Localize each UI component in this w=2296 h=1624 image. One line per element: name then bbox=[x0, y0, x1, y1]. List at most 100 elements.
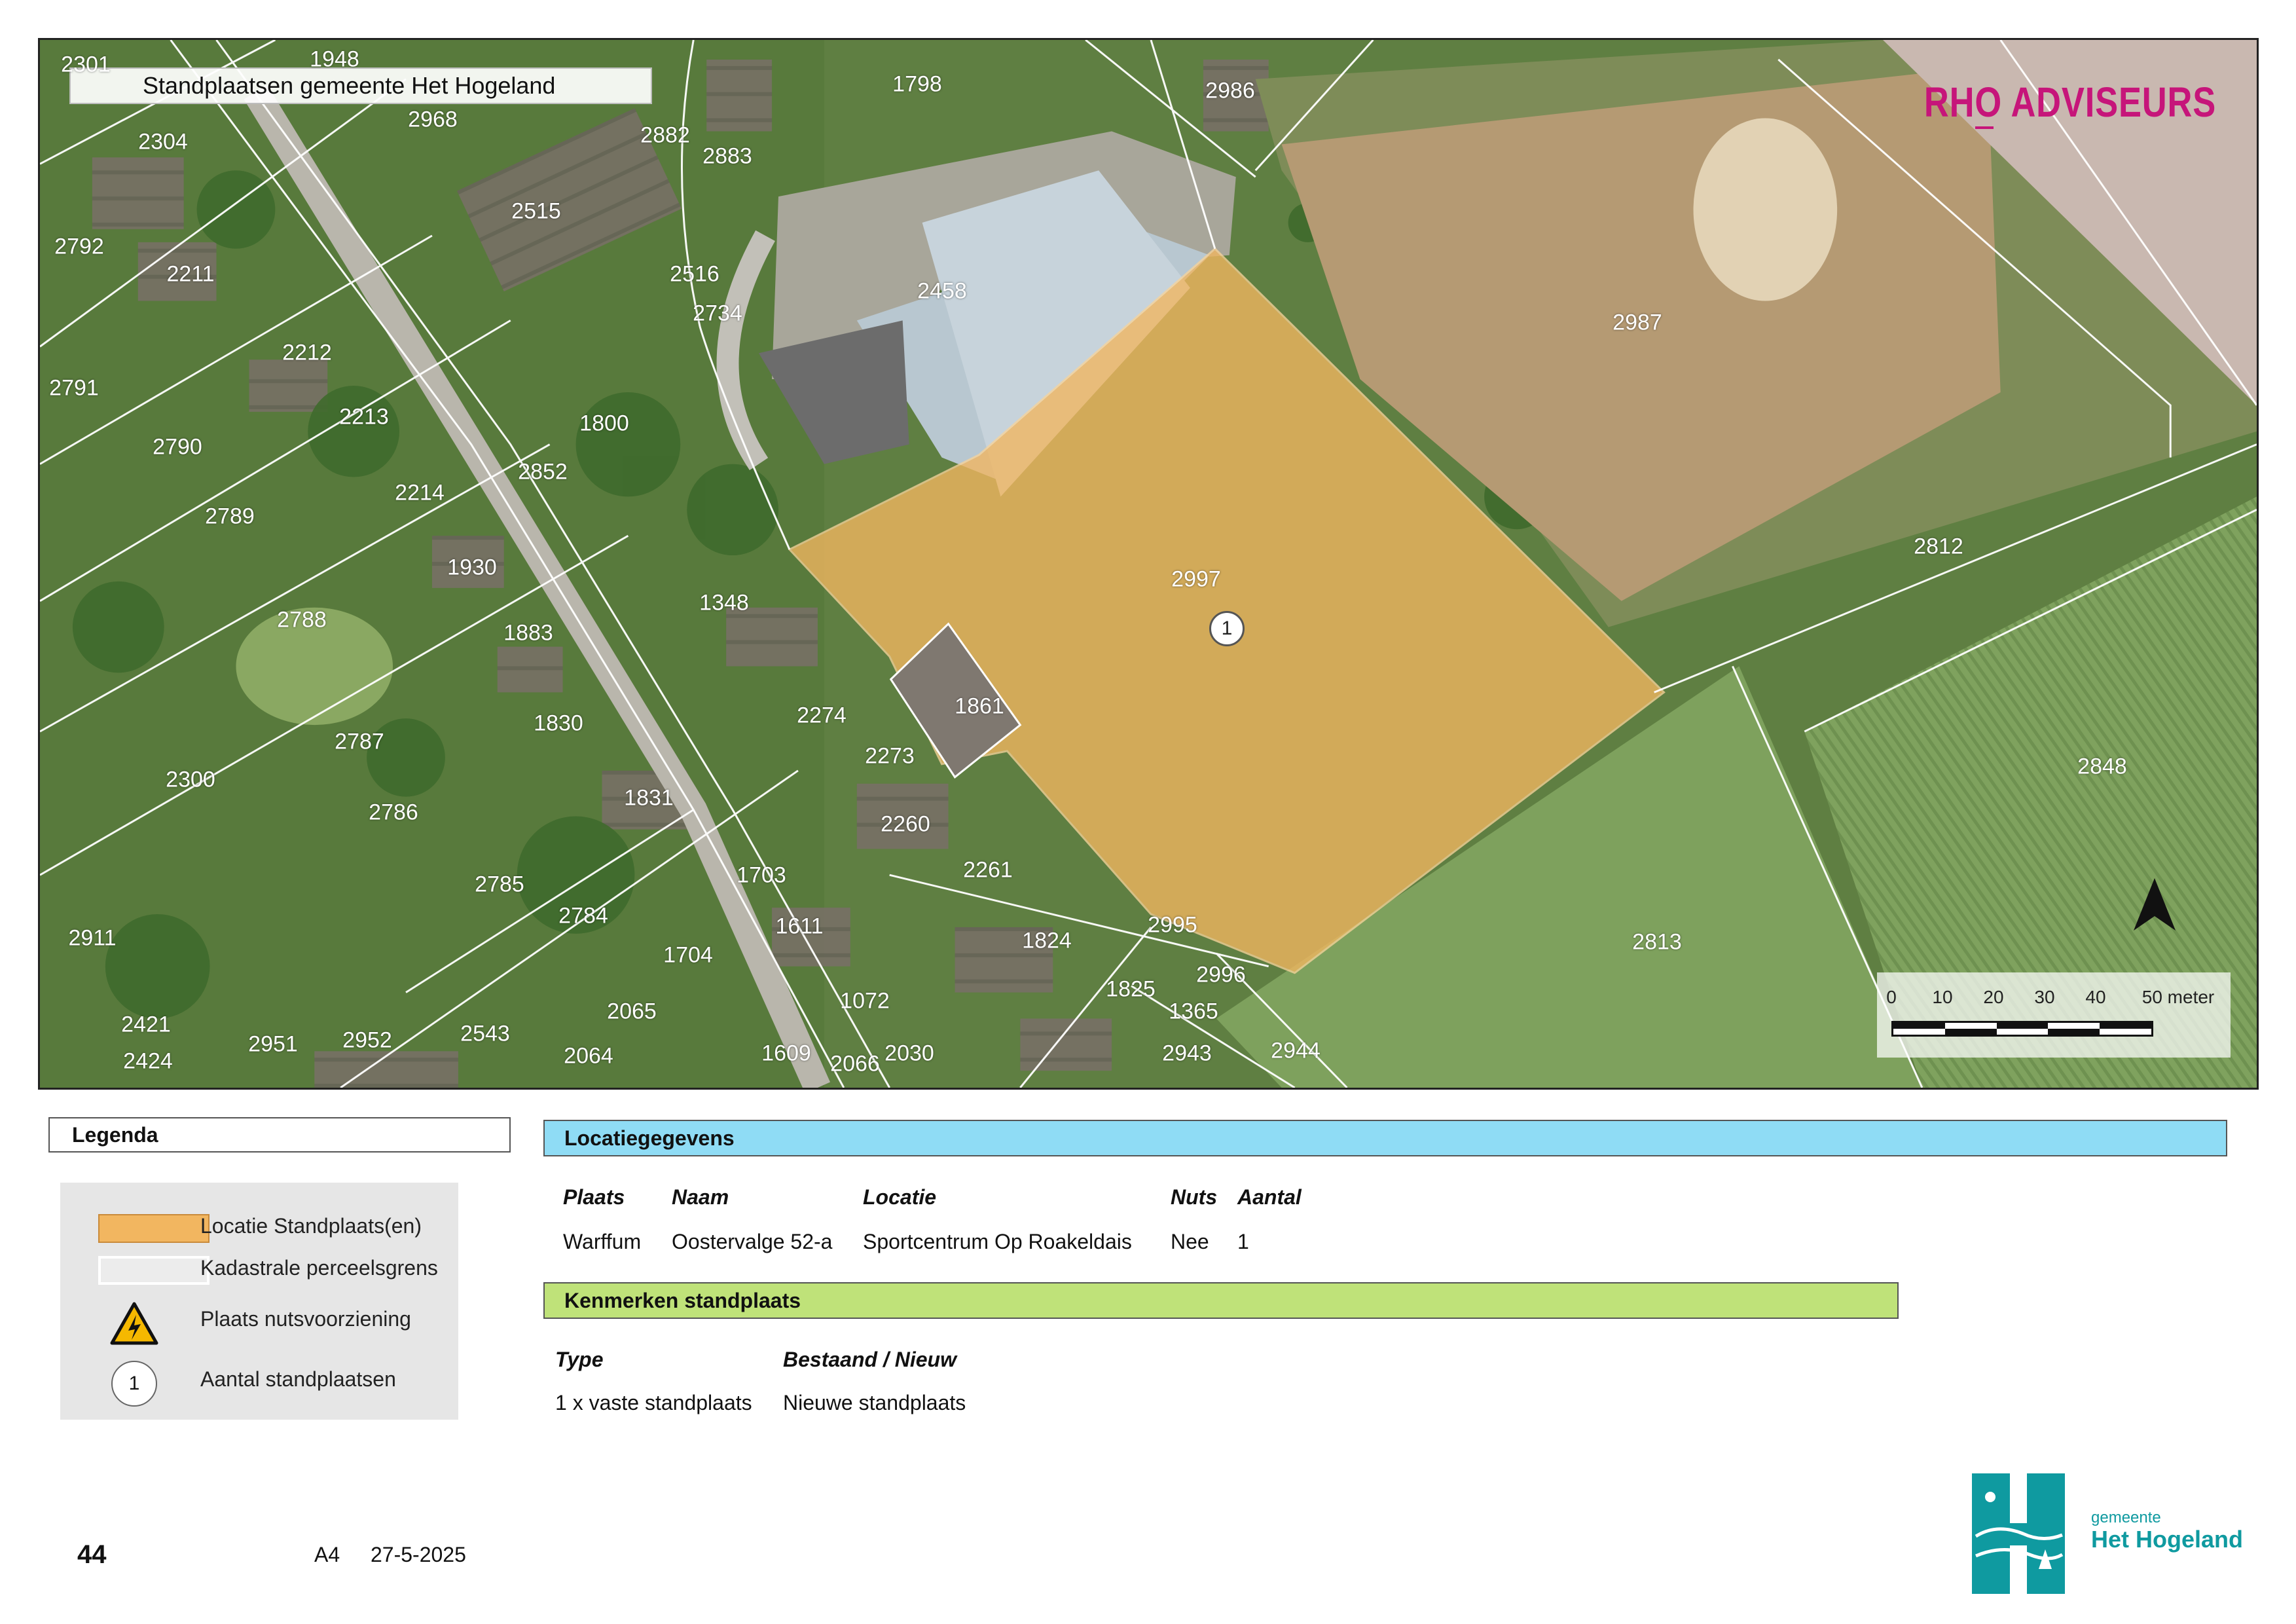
parcel-number: 2784 bbox=[558, 903, 608, 929]
parcel-number: 2951 bbox=[248, 1031, 298, 1057]
logo-text-big: Het Hogeland bbox=[2091, 1526, 2244, 1553]
rho-logo-accent bbox=[1975, 126, 1994, 129]
parcel-number: 1800 bbox=[579, 411, 629, 436]
parcel-number: 2301 bbox=[61, 52, 111, 77]
parcel-number: 1824 bbox=[1022, 928, 1072, 953]
parcel-number: 2273 bbox=[865, 743, 915, 769]
parcel-number: 2792 bbox=[54, 234, 104, 259]
parcel-number: 2260 bbox=[881, 811, 930, 837]
scale-label: 10 bbox=[1932, 987, 1953, 1007]
parcel-number: 2787 bbox=[335, 729, 384, 754]
parcel-number: 2274 bbox=[797, 703, 847, 728]
parcel-number: 1072 bbox=[840, 988, 890, 1014]
cell-bestaand-nieuw: Nieuwe standplaats bbox=[783, 1391, 966, 1414]
parcel-number: 2064 bbox=[564, 1043, 613, 1069]
parcel-number: 2791 bbox=[49, 375, 99, 401]
north-arrow-icon bbox=[2134, 878, 2176, 931]
parcel-number: 2066 bbox=[830, 1051, 880, 1077]
high-voltage-warning-icon bbox=[110, 1302, 158, 1345]
parcel-number: 2968 bbox=[408, 107, 458, 132]
parcel-number: 2987 bbox=[1613, 310, 1662, 335]
parcel-number: 2789 bbox=[205, 504, 255, 529]
parcel-number: 2790 bbox=[153, 434, 202, 460]
legend-item-utility: Plaats nutsvoorziening bbox=[60, 1299, 458, 1345]
scale-label: 40 bbox=[2085, 987, 2106, 1007]
parcel-number: 2996 bbox=[1196, 962, 1246, 987]
parcel-number: 2882 bbox=[640, 122, 690, 148]
standplaats-count-marker[interactable]: 1 bbox=[1209, 611, 1245, 646]
column-header-bestaand-nieuw: Bestaand / Nieuw bbox=[783, 1348, 957, 1371]
parcel-number: 2852 bbox=[518, 459, 568, 485]
parcel-number: 2952 bbox=[342, 1027, 392, 1053]
parcel-number: 1861 bbox=[955, 693, 1004, 719]
parcel-number: 1365 bbox=[1169, 999, 1218, 1024]
rho-adviseurs-logo: RHO ADVISEURS bbox=[1923, 79, 2216, 126]
cell-locatie: Sportcentrum Op Roakeldais bbox=[863, 1230, 1132, 1253]
scale-labels: 0 10 20 30 40 50 meter bbox=[1877, 987, 2231, 1013]
cell-nuts: Nee bbox=[1171, 1230, 1209, 1253]
parcel-number: 2304 bbox=[138, 129, 188, 155]
column-header-naam: Naam bbox=[672, 1185, 729, 1209]
parcel-number: 1830 bbox=[534, 710, 583, 736]
parcel-number: 2943 bbox=[1162, 1041, 1212, 1066]
parcel-number: 2515 bbox=[511, 198, 561, 224]
scale-rule bbox=[1891, 1021, 2153, 1037]
scale-label: 50 meter bbox=[2141, 987, 2215, 1007]
parcel-number: 1611 bbox=[775, 913, 824, 939]
parcel-number: 2065 bbox=[607, 999, 657, 1024]
scale-bar: 0 10 20 30 40 50 meter bbox=[1877, 972, 2231, 1058]
parcel-number: 2788 bbox=[277, 607, 327, 633]
parcel-number: 2911 bbox=[68, 925, 117, 951]
parcel-number: 2516 bbox=[670, 261, 720, 287]
aerial-map: Standplaatsen gemeente Het Hogeland RHO … bbox=[38, 38, 2259, 1090]
parcel-number: 1704 bbox=[663, 942, 713, 968]
parcel-number: 2813 bbox=[1632, 929, 1682, 955]
legend-label: Locatie Standplaats(en) bbox=[200, 1214, 422, 1238]
page-number: 44 bbox=[77, 1540, 107, 1569]
parcel-number: 2424 bbox=[123, 1048, 173, 1074]
parcel-number: 2786 bbox=[369, 800, 418, 825]
parcel-number: 2213 bbox=[339, 404, 389, 430]
legend-title: Legenda bbox=[48, 1117, 511, 1153]
legend-item-location: Locatie Standplaats(en) bbox=[60, 1206, 458, 1246]
parcel-number: 2421 bbox=[121, 1012, 171, 1037]
column-header-plaats: Plaats bbox=[563, 1185, 625, 1209]
parcel-number: 1883 bbox=[503, 620, 553, 646]
parcel-number: 2883 bbox=[702, 143, 752, 169]
location-swatch bbox=[98, 1214, 210, 1243]
map-title: Standplaatsen gemeente Het Hogeland bbox=[69, 67, 652, 104]
locatiegegevens-header: Locatiegegevens bbox=[543, 1120, 2227, 1156]
legend-label: Kadastrale perceelsgrens bbox=[200, 1256, 438, 1280]
parcel-number: 1930 bbox=[447, 555, 497, 580]
scale-label: 20 bbox=[1983, 987, 2004, 1007]
parcel-number: 1948 bbox=[310, 46, 359, 72]
parcel-number: 2997 bbox=[1171, 566, 1221, 592]
parcel-number: 2030 bbox=[884, 1041, 934, 1066]
column-header-aantal: Aantal bbox=[1237, 1185, 1302, 1209]
parcel-number: 2848 bbox=[2077, 754, 2127, 779]
legend-item-count: 1 Aantal standplaatsen bbox=[60, 1359, 458, 1407]
parcel-number: 2944 bbox=[1271, 1038, 1321, 1063]
parcel-number: 2543 bbox=[460, 1021, 510, 1046]
count-circle-icon: 1 bbox=[111, 1361, 157, 1407]
cell-aantal: 1 bbox=[1237, 1230, 1249, 1253]
scale-label: 0 bbox=[1886, 987, 1897, 1007]
legend-item-parcel-border: Kadastrale perceelsgrens bbox=[60, 1248, 458, 1287]
parcel-number: 1798 bbox=[892, 71, 942, 97]
parcel-number: 2458 bbox=[917, 278, 967, 304]
parcel-number: 2995 bbox=[1148, 912, 1197, 938]
paper-size: A4 bbox=[314, 1543, 340, 1566]
document-date: 27-5-2025 bbox=[371, 1543, 466, 1566]
cell-naam: Oostervalge 52-a bbox=[672, 1230, 833, 1253]
column-header-locatie: Locatie bbox=[863, 1185, 937, 1209]
parcel-number: 1825 bbox=[1106, 976, 1156, 1002]
cell-plaats: Warffum bbox=[563, 1230, 642, 1253]
parcel-number: 1703 bbox=[737, 862, 786, 888]
parcel-border-swatch bbox=[98, 1256, 210, 1285]
logo-text-small: gemeente bbox=[2091, 1509, 2161, 1526]
parcel-number: 2214 bbox=[395, 480, 445, 506]
column-header-type: Type bbox=[555, 1348, 604, 1371]
parcel-number: 2986 bbox=[1205, 78, 1255, 103]
parcel-number: 2734 bbox=[693, 301, 742, 326]
cell-type: 1 x vaste standplaats bbox=[555, 1391, 752, 1414]
